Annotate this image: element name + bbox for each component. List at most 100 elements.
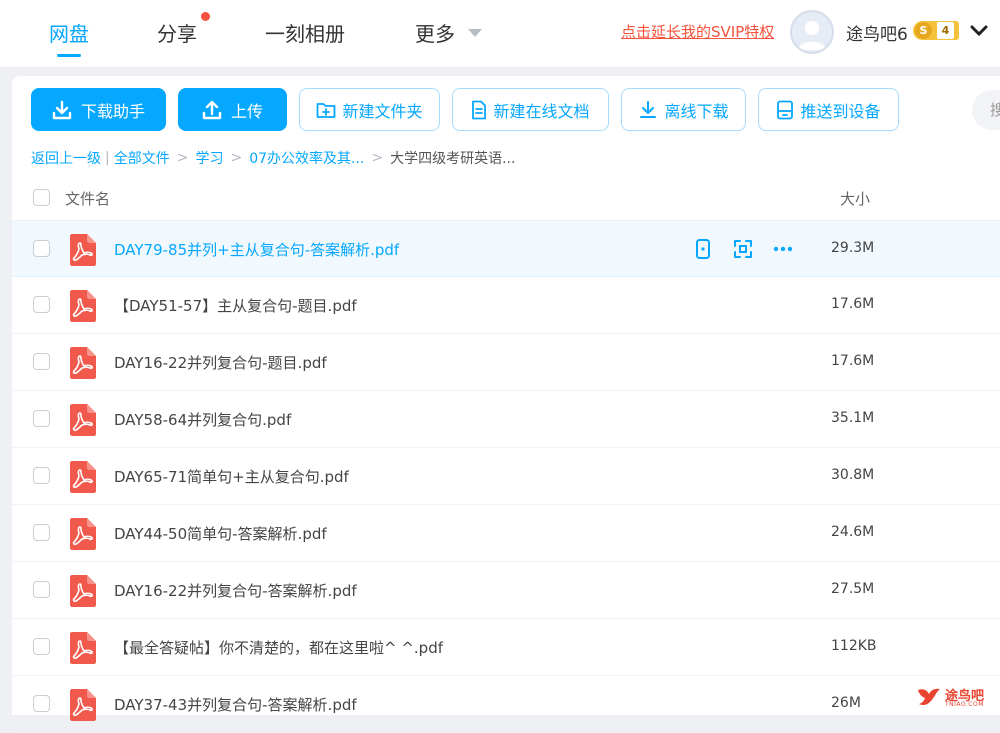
account-chevron-down-icon[interactable]: [968, 22, 990, 40]
file-panel: 下载助手 上传 新建文件夹 新建在线文档 离线下载 推送到设备 搜 返回上一级 …: [12, 76, 1000, 733]
nav-active-indicator: [57, 54, 81, 57]
pdf-file-icon: [70, 404, 96, 436]
file-name-link[interactable]: 【DAY51-57】主从复合句-题目.pdf: [114, 295, 357, 316]
file-size: 35.1M: [831, 410, 875, 426]
row-checkbox[interactable]: [33, 410, 50, 427]
table-row[interactable]: DAY79-85并列+主从复合句-答案解析.pdf 29.3M: [12, 220, 1000, 277]
row-checkbox[interactable]: [33, 581, 50, 598]
document-icon: [472, 100, 487, 119]
file-size: 29.3M: [831, 240, 875, 256]
breadcrumb-item-study[interactable]: 学习: [195, 148, 223, 168]
nav-tab-netdisk[interactable]: 网盘: [49, 18, 89, 47]
file-name-link[interactable]: 【最全答疑帖】你不清楚的，都在这里啦^ ^.pdf: [114, 637, 443, 658]
row-checkbox[interactable]: [33, 695, 50, 712]
new-folder-label: 新建文件夹: [342, 101, 423, 121]
file-size: 30.8M: [831, 467, 875, 483]
file-name-link[interactable]: DAY58-64并列复合句.pdf: [114, 409, 291, 430]
file-name-link[interactable]: DAY79-85并列+主从复合句-答案解析.pdf: [114, 239, 399, 260]
new-online-doc-label: 新建在线文档: [493, 101, 590, 121]
more-options-icon[interactable]: [772, 238, 794, 260]
upload-button[interactable]: 上传: [178, 88, 287, 131]
avatar-placeholder-icon: [798, 21, 826, 50]
pdf-file-icon: [70, 518, 96, 550]
new-folder-button[interactable]: 新建文件夹: [299, 88, 440, 131]
row-action-group: [692, 238, 794, 260]
more-dropdown-icon[interactable]: [468, 29, 482, 37]
file-size: 17.6M: [831, 296, 875, 312]
row-checkbox[interactable]: [33, 296, 50, 313]
download-assistant-label: 下载助手: [80, 101, 145, 121]
file-name-link[interactable]: DAY44-50简单句-答案解析.pdf: [114, 523, 327, 544]
breadcrumb-separator: >: [230, 150, 243, 166]
breadcrumb-item-office[interactable]: 07办公效率及其...: [249, 148, 364, 168]
table-row[interactable]: DAY44-50简单句-答案解析.pdf 24.6M: [12, 505, 1000, 562]
pdf-file-icon: [70, 461, 96, 493]
table-row[interactable]: DAY37-43并列复合句-答案解析.pdf 26M: [12, 676, 1000, 733]
pdf-file-icon: [70, 347, 96, 379]
breadcrumb: 返回上一级 | 全部文件 > 学习 > 07办公效率及其... > 大学四级考研…: [31, 148, 515, 168]
new-online-doc-button[interactable]: 新建在线文档: [452, 88, 609, 131]
pdf-file-icon: [70, 234, 96, 266]
offline-download-button[interactable]: 离线下载: [621, 88, 746, 131]
new-folder-icon: [317, 102, 336, 118]
file-size: 17.6M: [831, 353, 875, 369]
column-header-size[interactable]: 大小: [840, 188, 870, 209]
share-notification-dot: [201, 12, 210, 21]
table-row[interactable]: DAY65-71简单句+主从复合句.pdf 30.8M: [12, 448, 1000, 505]
share-qr-icon[interactable]: [732, 238, 754, 260]
send-to-phone-icon[interactable]: [692, 238, 714, 260]
pdf-file-icon: [70, 290, 96, 322]
table-row[interactable]: 【DAY51-57】主从复合句-题目.pdf 17.6M: [12, 277, 1000, 334]
device-icon: [777, 100, 794, 119]
push-to-device-button[interactable]: 推送到设备: [758, 88, 899, 131]
pdf-file-icon: [70, 575, 96, 607]
download-icon: [52, 100, 72, 119]
file-size: 24.6M: [831, 524, 875, 540]
table-row[interactable]: DAY16-22并列复合句-题目.pdf 17.6M: [12, 334, 1000, 391]
download-assistant-button[interactable]: 下载助手: [31, 88, 166, 131]
bird-logo-icon: [918, 688, 940, 706]
top-nav-bar: 网盘 分享 一刻相册 更多 点击延长我的SVIP特权 途鸟吧6 S 4: [0, 0, 1000, 68]
username[interactable]: 途鸟吧6: [846, 20, 908, 45]
table-row[interactable]: DAY16-22并列复合句-答案解析.pdf 27.5M: [12, 562, 1000, 619]
breadcrumb-current: 大学四级考研英语...: [390, 151, 516, 167]
nav-tab-share[interactable]: 分享: [157, 18, 197, 47]
offline-download-icon: [640, 100, 657, 118]
file-name-link[interactable]: DAY16-22并列复合句-答案解析.pdf: [114, 580, 357, 601]
file-name-link[interactable]: DAY65-71简单句+主从复合句.pdf: [114, 466, 349, 487]
row-checkbox[interactable]: [33, 467, 50, 484]
column-header-filename[interactable]: 文件名: [65, 188, 110, 209]
upload-icon: [202, 100, 222, 119]
file-size: 112KB: [831, 638, 877, 654]
file-name-link[interactable]: DAY16-22并列复合句-题目.pdf: [114, 352, 327, 373]
svip-renew-link[interactable]: 点击延长我的SVIP特权: [621, 21, 774, 42]
watermark-subtext: TNIAO.COM: [945, 701, 984, 708]
avatar[interactable]: [790, 10, 834, 54]
breadcrumb-item-all-files[interactable]: 全部文件: [114, 148, 170, 168]
file-size: 26M: [831, 695, 861, 711]
search-input[interactable]: 搜: [972, 90, 1000, 130]
file-name-link[interactable]: DAY37-43并列复合句-答案解析.pdf: [114, 694, 357, 715]
nav-tab-more[interactable]: 更多: [415, 18, 455, 47]
breadcrumb-separator: >: [176, 150, 189, 166]
file-size: 27.5M: [831, 581, 875, 597]
site-watermark: 途鸟吧 TNIAO.COM: [915, 684, 995, 712]
svip-level-number: 4: [937, 22, 954, 39]
pdf-file-icon: [70, 689, 96, 721]
row-checkbox[interactable]: [33, 353, 50, 370]
offline-download-label: 离线下载: [664, 101, 729, 121]
row-checkbox[interactable]: [33, 240, 50, 257]
svip-level-letter: S: [915, 22, 932, 39]
upload-label: 上传: [230, 101, 263, 121]
file-table-header: 文件名 大小: [12, 176, 1000, 220]
push-to-device-label: 推送到设备: [800, 101, 881, 121]
table-row[interactable]: 【最全答疑帖】你不清楚的，都在这里啦^ ^.pdf 112KB: [12, 619, 1000, 676]
select-all-checkbox[interactable]: [33, 189, 50, 206]
table-row[interactable]: DAY58-64并列复合句.pdf 35.1M: [12, 391, 1000, 448]
nav-tab-album[interactable]: 一刻相册: [265, 18, 345, 47]
breadcrumb-separator: >: [371, 150, 384, 166]
row-checkbox[interactable]: [33, 524, 50, 541]
svip-level-badge[interactable]: S 4: [913, 21, 959, 40]
row-checkbox[interactable]: [33, 638, 50, 655]
breadcrumb-back-link[interactable]: 返回上一级: [31, 148, 101, 168]
